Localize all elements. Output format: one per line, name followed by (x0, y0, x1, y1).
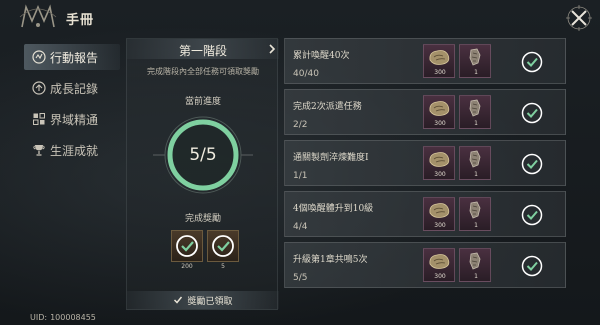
ore-chunk-icon (429, 203, 450, 218)
task-progress: 5/5 (293, 273, 308, 283)
sidebar-item-achievements[interactable]: 生涯成就 (24, 137, 120, 163)
ore-chunk-icon (429, 152, 450, 167)
header: 手冊 (0, 0, 600, 34)
uid-readout: UID: 100008455 (30, 313, 96, 322)
task-title: 完成2次派遣任務 (293, 102, 362, 112)
task-progress: 2/2 (293, 120, 308, 130)
stage-reward-qty: 5 (221, 263, 225, 270)
stage-reward-qty: 200 (181, 263, 193, 270)
sidebar-item-report[interactable]: 行動報告 (24, 44, 120, 70)
stage-title: 第一階段 (178, 44, 227, 58)
task-progress: 1/1 (293, 171, 308, 181)
talisman-icon (469, 150, 481, 168)
ore-chunk-icon (429, 50, 450, 65)
reward-label: 完成獎勵 (184, 214, 221, 224)
chevron-right-icon[interactable] (267, 42, 277, 56)
task-row: 4個喚醒體升到10級 4/4 300 1 (284, 191, 566, 237)
completed-check-icon (521, 255, 543, 277)
close-icon[interactable] (566, 5, 592, 31)
ornate-emblem-icon (19, 4, 57, 28)
task-reward-qty: 300 (434, 69, 446, 76)
trophy-icon (33, 145, 45, 156)
sidebar-item-growth[interactable]: 成長記錄 (24, 75, 120, 101)
task-row: 通關製劑淬煉難度Ⅰ 1/1 300 1 (284, 140, 566, 186)
task-row: 累計喚醒40次 40/40 300 1 (284, 38, 566, 84)
task-title: 通關製劑淬煉難度Ⅰ (293, 153, 369, 163)
task-row: 升級第1章共鳴5次 5/5 300 1 (284, 242, 566, 288)
sidebar: 行動報告 成長記錄 界域精通 生涯成就 (24, 44, 120, 168)
task-reward-item[interactable]: 300 (423, 146, 455, 180)
task-reward-qty: 300 (434, 171, 446, 178)
stage-description: 完成階段內全部任務可領取獎勵 (147, 67, 259, 76)
task-reward-qty: 1 (474, 171, 478, 178)
task-reward-qty: 1 (474, 120, 478, 127)
task-reward-item[interactable]: 300 (423, 44, 455, 78)
page-title: 手冊 (66, 13, 95, 28)
progress-label: 當前進度 (184, 97, 221, 107)
task-row: 完成2次派遣任務 2/2 300 1 (284, 89, 566, 135)
talisman-icon (469, 99, 481, 117)
progress-value: 5/5 (189, 145, 217, 165)
talisman-icon (469, 48, 481, 66)
task-progress: 4/4 (293, 222, 308, 232)
stage-panel: 第一階段 完成階段內全部任務可領取獎勵 當前進度 5/5 完成獎勵 200 5 … (126, 38, 279, 310)
task-reward-qty: 1 (474, 222, 478, 229)
task-reward-item[interactable]: 300 (423, 248, 455, 282)
stage-reward-item[interactable] (171, 230, 203, 262)
ore-chunk-icon (429, 101, 450, 116)
sidebar-item-mastery[interactable]: 界域精通 (24, 106, 120, 132)
task-reward-item[interactable]: 300 (423, 95, 455, 129)
rewards-claimed-bar: 獎勵已領取 (127, 291, 279, 309)
completed-check-icon (521, 51, 543, 73)
completed-check-icon (521, 153, 543, 175)
completed-check-icon (521, 102, 543, 124)
task-reward-qty: 300 (434, 273, 446, 280)
task-reward-qty: 300 (434, 222, 446, 229)
check-icon (174, 296, 183, 304)
task-title: 累計喚醒40次 (293, 51, 350, 61)
task-reward-qty: 1 (474, 69, 478, 76)
task-title: 升級第1章共鳴5次 (293, 255, 368, 265)
task-progress: 40/40 (293, 69, 319, 79)
task-reward-item[interactable]: 1 (459, 146, 491, 180)
stage-reward-item[interactable] (207, 230, 239, 262)
task-reward-item[interactable]: 1 (459, 44, 491, 78)
sidebar-item-label: 成長記錄 (50, 81, 99, 96)
task-reward-item[interactable]: 1 (459, 95, 491, 129)
sidebar-item-label: 行動報告 (50, 50, 99, 65)
mastery-icon (33, 113, 45, 125)
talisman-icon (469, 201, 481, 219)
growth-icon (32, 81, 46, 95)
task-list: 累計喚醒40次 40/40 300 1 完成2次派遣任務 2/2 300 1 通… (284, 38, 566, 293)
claimed-check-icon (212, 235, 234, 257)
task-reward-item[interactable]: 1 (459, 197, 491, 231)
claimed-check-icon (176, 235, 198, 257)
sidebar-item-label: 生涯成就 (50, 143, 99, 158)
uid-label: UID: (30, 313, 48, 322)
ore-chunk-icon (429, 254, 450, 269)
task-title: 4個喚醒體升到10級 (293, 204, 374, 214)
completed-check-icon (521, 204, 543, 226)
report-icon (32, 50, 46, 64)
task-reward-qty: 300 (434, 120, 446, 127)
task-reward-item[interactable]: 1 (459, 248, 491, 282)
task-reward-item[interactable]: 300 (423, 197, 455, 231)
claimed-label: 獎勵已領取 (187, 296, 233, 307)
sidebar-item-label: 界域精通 (50, 112, 99, 127)
task-reward-qty: 1 (474, 273, 478, 280)
uid-value: 100008455 (50, 313, 96, 322)
talisman-icon (469, 252, 481, 270)
